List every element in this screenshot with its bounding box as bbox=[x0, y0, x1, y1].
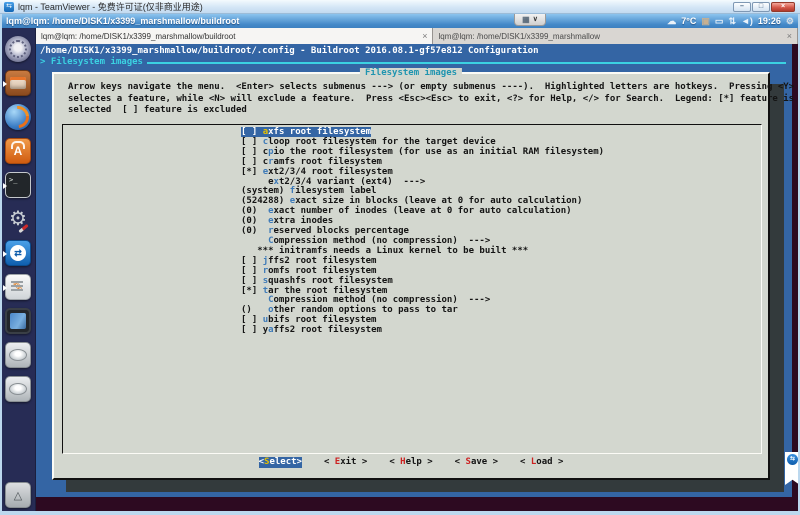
select-button[interactable]: <Select> bbox=[259, 457, 302, 468]
camera-icon[interactable]: ▣ bbox=[701, 14, 710, 28]
running-indicator bbox=[3, 285, 7, 291]
breadcrumb-rule bbox=[147, 62, 786, 64]
disk-2-icon[interactable] bbox=[5, 376, 31, 402]
temperature[interactable]: 7°C bbox=[681, 14, 696, 28]
glyph: >_ bbox=[9, 176, 17, 184]
help-line: selectes a feature, while <N> will exclu… bbox=[68, 94, 794, 104]
firefox-icon[interactable] bbox=[5, 104, 31, 130]
minimize-button[interactable]: – bbox=[733, 2, 751, 12]
trash-icon[interactable]: △ bbox=[5, 482, 31, 508]
dialog-title: Filesystem images bbox=[360, 68, 462, 78]
window-controls: –□× bbox=[733, 2, 795, 12]
tab-label: lqm@lqm: /home/DISK1/x3399_marshmallow bbox=[438, 32, 780, 41]
terminal-icon[interactable]: >_ bbox=[5, 172, 31, 198]
help-line: Arrow keys navigate the menu. <Enter> se… bbox=[68, 82, 794, 92]
terminal-tab[interactable]: lqm@lqm: /home/DISK1/x3399_marshmallow × bbox=[433, 28, 798, 44]
glyph: ⇄ bbox=[10, 245, 26, 261]
session-toolbar-tab[interactable]: ▦ ∨ bbox=[514, 14, 546, 26]
terminal-tab[interactable]: lqm@lqm: /home/DISK1/x3399_marshmallow/b… bbox=[36, 28, 433, 44]
tab-close-icon[interactable]: × bbox=[787, 31, 792, 41]
button-row: <Select> < Exit > < Help > < Save > < Load > bbox=[54, 457, 768, 468]
teamviewer-logo-icon: ⇆ bbox=[787, 454, 798, 465]
breadcrumb: > Filesystem images bbox=[40, 57, 143, 68]
tab-bar: lqm@lqm: /home/DISK1/x3399_marshmallow/b… bbox=[36, 28, 798, 44]
system-settings-icon[interactable]: ⚙ bbox=[5, 206, 31, 232]
glyph: ✎ bbox=[13, 279, 24, 295]
disk-1-icon[interactable] bbox=[5, 342, 31, 368]
launcher: A >_ ⚙ ⇄ ✎ △ bbox=[2, 28, 36, 511]
help-line: selected [ ] feature is excluded bbox=[68, 105, 247, 115]
display-tool-icon[interactable] bbox=[5, 308, 31, 334]
chevron-down-icon: ∨ bbox=[533, 15, 538, 25]
gear-icon[interactable]: ⚙ bbox=[786, 14, 794, 28]
window-title: lqm - TeamViewer - 免费许可证(仅非商业用途) bbox=[18, 0, 203, 13]
teamviewer-icon[interactable]: ⇄ bbox=[5, 240, 31, 266]
software-center-icon[interactable]: A bbox=[5, 138, 31, 164]
menuconfig-header: /home/DISK1/x3399_marshmallow/buildroot/… bbox=[36, 44, 792, 57]
network-traffic-icon[interactable]: ⇅ bbox=[728, 14, 736, 28]
load-button[interactable]: < Load > bbox=[520, 457, 563, 468]
running-indicator bbox=[3, 81, 7, 87]
weather-icon[interactable]: ☁ bbox=[667, 14, 676, 28]
running-indicator bbox=[3, 251, 7, 257]
glyph: ⚙ bbox=[9, 209, 27, 229]
help-button[interactable]: < Help > bbox=[389, 457, 432, 468]
teamviewer-window: ⇆ lqm - TeamViewer - 免费许可证(仅非商业用途) –□× l… bbox=[0, 0, 800, 515]
active-window-title: lqm@lqm: /home/DISK1/x3399_marshmallow/b… bbox=[6, 16, 239, 26]
titlebar[interactable]: ⇆ lqm - TeamViewer - 免费许可证(仅非商业用途) –□× bbox=[0, 0, 800, 14]
terminal[interactable]: /home/DISK1/x3399_marshmallow/buildroot/… bbox=[36, 44, 792, 497]
dialog-help: Arrow keys navigate the menu. <Enter> se… bbox=[68, 82, 794, 117]
clock[interactable]: 19:26 bbox=[758, 14, 781, 28]
menu-item[interactable]: [ ] yaffs2 root filesystem bbox=[241, 326, 761, 336]
grid-icon: ▦ bbox=[522, 15, 530, 25]
exit-button[interactable]: < Exit > bbox=[324, 457, 367, 468]
menuconfig-breadcrumb: > Filesystem images bbox=[36, 57, 792, 68]
top-panel: lqm@lqm: /home/DISK1/x3399_marshmallow/b… bbox=[2, 14, 798, 28]
save-button[interactable]: < Save > bbox=[455, 457, 498, 468]
close-button[interactable]: × bbox=[771, 2, 795, 12]
running-indicator bbox=[3, 183, 7, 189]
volume-icon[interactable]: ◄) bbox=[741, 14, 753, 28]
tab-close-icon[interactable]: × bbox=[422, 31, 427, 41]
battery-icon[interactable]: ▭ bbox=[715, 14, 724, 28]
glyph: A bbox=[14, 144, 23, 158]
restore-button[interactable]: □ bbox=[752, 2, 770, 12]
remote-desktop: lqm@lqm: /home/DISK1/x3399_marshmallow/b… bbox=[2, 14, 798, 511]
teamviewer-logo-icon: ⇆ bbox=[4, 2, 14, 12]
menu-list: [ ] axfs root filesystem[ ] cloop root f… bbox=[62, 124, 762, 454]
tab-label: lqm@lqm: /home/DISK1/x3399_marshmallow/b… bbox=[41, 32, 416, 41]
dash-home-icon[interactable] bbox=[5, 36, 31, 62]
menuconfig-dialog: Filesystem images Arrow keys navigate th… bbox=[52, 72, 770, 480]
file-manager-icon[interactable] bbox=[5, 70, 31, 96]
teamviewer-session-flag[interactable]: ⇆ bbox=[785, 452, 798, 485]
text-editor-icon[interactable]: ✎ bbox=[5, 274, 31, 300]
system-tray: ☁ 7°C ▣ ▭ ⇅ ◄) 19:26 ⚙ bbox=[667, 14, 794, 28]
glyph: △ bbox=[14, 489, 22, 502]
